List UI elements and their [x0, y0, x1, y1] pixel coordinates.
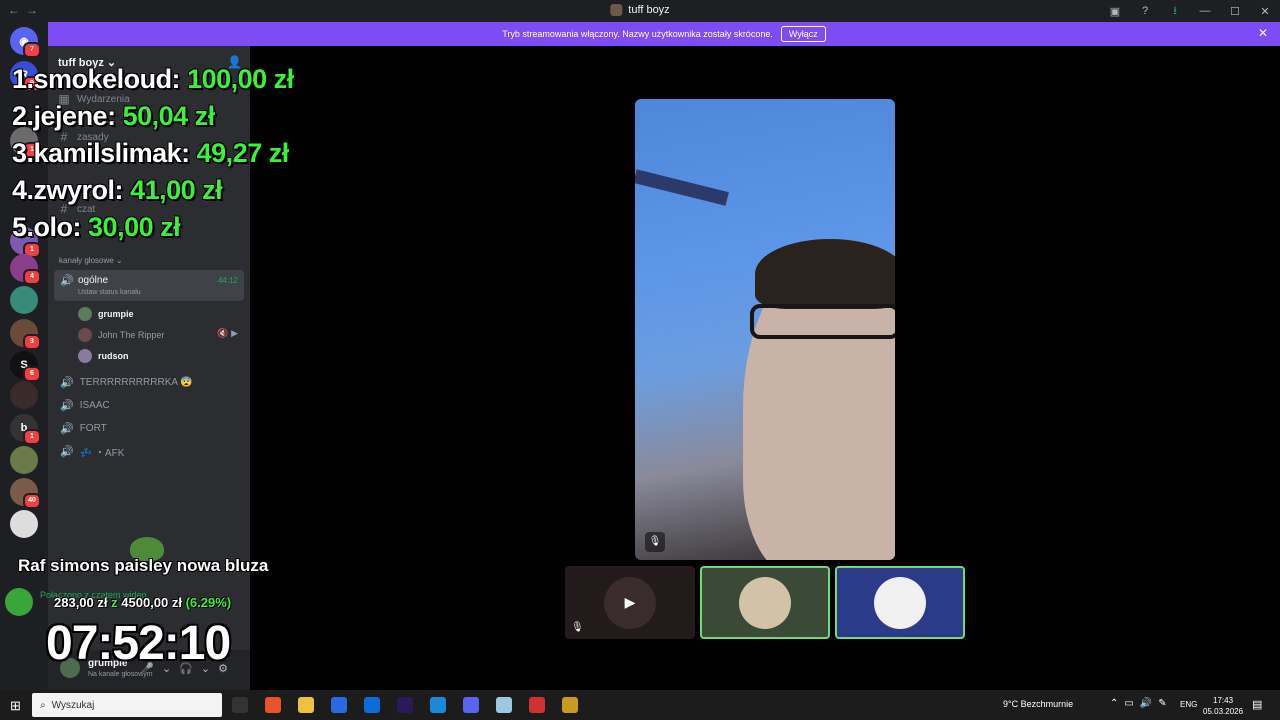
close-window-button[interactable]: ✕: [1250, 5, 1280, 18]
home-discord-icon[interactable]: ◉ 7: [10, 27, 41, 58]
store-icon[interactable]: [331, 697, 347, 713]
leaderboard-entry: 4.zwyrol: 41,00 zł: [12, 175, 223, 205]
streamer-mode-banner: Tryb streamowania włączony. Nazwy użytko…: [48, 22, 1280, 46]
server-icon[interactable]: [10, 446, 38, 474]
avatar: [78, 349, 92, 363]
window-controls: ▣ ? ⭳ — ☐ ✕: [1100, 0, 1280, 22]
leaderboard-entry: 2.jejene: 50,04 zł: [12, 101, 215, 131]
speaker-icon: 🔊: [60, 423, 74, 435]
system-tray-icons[interactable]: ⌃▭🔊✎: [1110, 698, 1173, 709]
speaker-icon: 🔊: [60, 275, 74, 287]
participant-tile[interactable]: ▶ 🎙: [565, 566, 695, 639]
donation-goal-title: Raf simons paisley nowa bluza: [18, 556, 269, 575]
leaderboard-entry: 1.smokeloud: 100,00 zł: [12, 64, 294, 94]
server-icon[interactable]: [10, 286, 38, 314]
title-bar: ←→ tuff boyz ▣ ? ⭳ — ☐ ✕: [0, 0, 1280, 22]
mention-badge: 6: [23, 366, 41, 382]
brave-browser-icon[interactable]: [265, 697, 281, 713]
avatar: [874, 576, 926, 629]
notification-icon[interactable]: ▤: [1252, 698, 1262, 711]
muted-mic-icon: 🎙: [571, 622, 584, 633]
server-icon[interactable]: 40: [10, 478, 41, 509]
game-app-icon[interactable]: [562, 697, 578, 713]
server-icon[interactable]: [10, 510, 38, 538]
donation-goal-progress: 283,00 zł z 4500,00 zł (6.29%): [54, 595, 232, 610]
file-explorer-icon[interactable]: [298, 697, 314, 713]
edge-browser-icon[interactable]: [430, 697, 446, 713]
leaderboard-entry: 3.kamilslimak: 49,27 zł: [12, 138, 289, 168]
voice-channel[interactable]: 🔊 TERRRRRRRRRRKA 😨: [60, 376, 193, 389]
disable-streamer-mode-button[interactable]: Wyłącz: [780, 26, 826, 42]
taskbar-clock[interactable]: 17:43 05.03.2026: [1203, 695, 1243, 717]
video-stage: 🎙 ▶ 🎙: [250, 46, 1280, 690]
voice-connected-icon: [5, 588, 33, 616]
language-indicator[interactable]: ENG: [1180, 700, 1197, 709]
server-icon[interactable]: b1: [10, 414, 41, 445]
mention-badge: 3: [23, 334, 41, 350]
voice-category[interactable]: kanały głosowe ⌄: [59, 256, 123, 265]
windows-taskbar: ⊞ ⌕ Wyszukaj 9°C Bezchmurnie ⌃▭🔊✎ ENG 17:…: [0, 690, 1280, 720]
download-icon[interactable]: ⭳: [1160, 2, 1190, 21]
app-icon[interactable]: [496, 697, 512, 713]
mention-badge: 1: [23, 429, 41, 445]
server-icon[interactable]: S6: [10, 351, 41, 382]
participant-tile[interactable]: [835, 566, 965, 639]
mention-badge: 7: [23, 42, 41, 58]
avatar: [739, 576, 791, 629]
avatar: [78, 328, 92, 342]
voice-channel-name: ogólne: [78, 275, 109, 286]
close-icon[interactable]: ✕: [1258, 26, 1268, 40]
premiere-pro-icon[interactable]: [397, 697, 413, 713]
stream-clock: 07:52:10: [46, 617, 231, 670]
mention-badge: 40: [23, 493, 41, 509]
voice-member[interactable]: rudson: [78, 349, 129, 363]
member-status-icons: 🔇 ▶: [217, 328, 238, 338]
main-video-feed[interactable]: 🎙: [635, 99, 895, 560]
voice-channel[interactable]: 🔊 ISAAC: [60, 399, 110, 412]
speaker-icon: 🔊: [60, 446, 74, 458]
voice-timer: 44:12: [217, 276, 238, 285]
leaderboard-entry: 5.olo: 30,00 zł: [12, 212, 181, 242]
mention-badge: 4: [23, 269, 41, 285]
help-icon[interactable]: ?: [1130, 5, 1160, 17]
participant-tile[interactable]: [700, 566, 830, 639]
maximize-button[interactable]: ☐: [1220, 5, 1250, 18]
guild-icon: [610, 4, 623, 16]
voice-member[interactable]: grumpie: [78, 307, 134, 321]
window-title: tuff boyz: [610, 4, 670, 16]
server-icon[interactable]: 4: [10, 254, 41, 285]
server-icon[interactable]: [10, 381, 38, 409]
voice-channel[interactable]: 🔊 FORT: [60, 422, 107, 435]
video-glasses: [750, 304, 895, 339]
speaker-icon: 🔊: [60, 377, 74, 389]
video-bg-shape: [635, 169, 729, 206]
muted-mic-icon: 🎙: [645, 532, 665, 552]
weather-widget[interactable]: 9°C Bezchmurnie: [1003, 699, 1073, 709]
search-icon: ⌕: [40, 699, 46, 711]
channel-status-edit[interactable]: Ustaw status kanału: [78, 289, 141, 296]
minimize-button[interactable]: —: [1190, 5, 1220, 17]
speaker-icon: 🔊: [60, 400, 74, 412]
task-view-icon[interactable]: [232, 697, 248, 713]
camera-icon: ▶: [624, 594, 636, 610]
screen-share-icon[interactable]: ▣: [1100, 5, 1130, 18]
video-hair: [755, 239, 895, 309]
voice-channel[interactable]: 🔊 💤 ・AFK: [60, 444, 124, 459]
avatar: [78, 307, 92, 321]
discord-app-icon[interactable]: [463, 697, 479, 713]
mail-icon[interactable]: [364, 697, 380, 713]
window-title-text: tuff boyz: [628, 4, 670, 16]
voice-member[interactable]: John The Ripper: [78, 328, 164, 342]
back-forward-nav[interactable]: ←→: [8, 3, 44, 17]
server-icon[interactable]: 3: [10, 319, 41, 350]
banner-text: Tryb streamowania włączony. Nazwy użytko…: [502, 29, 773, 39]
windows-start-icon[interactable]: ⊞: [10, 698, 21, 714]
taskbar-search[interactable]: ⌕ Wyszukaj: [32, 693, 222, 717]
voice-channel-active[interactable]: 🔊 ogólne Ustaw status kanału 44:12: [54, 270, 244, 301]
obs-app-icon[interactable]: [529, 697, 545, 713]
